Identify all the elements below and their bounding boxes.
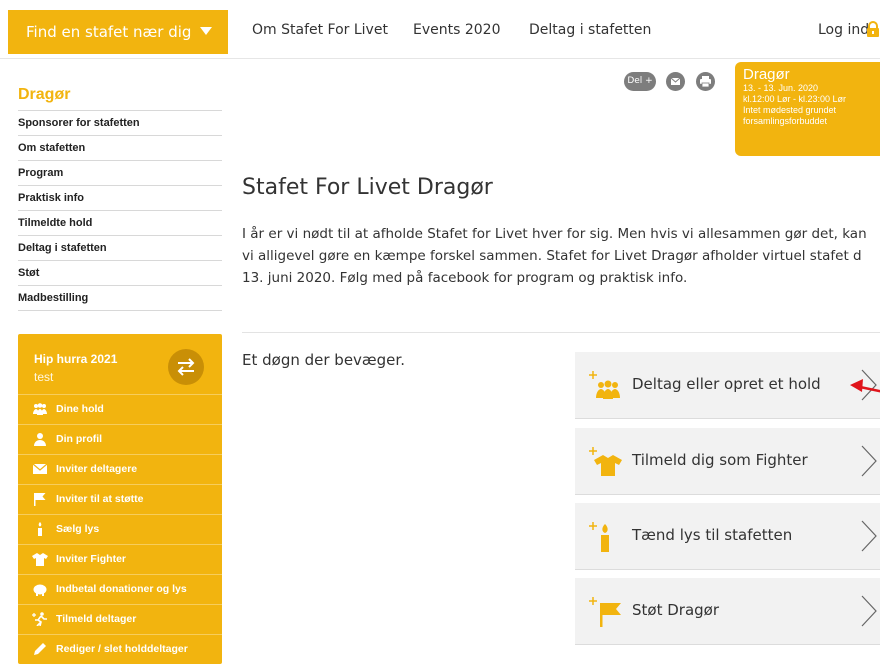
action-taend-lys[interactable]: Tænd lys til stafetten [575, 503, 880, 570]
team-item-tilmeld-deltager[interactable]: Tilmeld deltager [18, 605, 222, 635]
action-stot-dragor[interactable]: Støt Dragør [575, 578, 880, 645]
team-name[interactable]: Hip hurra 2021 [34, 352, 117, 366]
team-item-label: Rediger / slet holddeltager [56, 643, 188, 655]
sidebar-item-sponsorer[interactable]: Sponsorer for stafetten [18, 111, 222, 136]
flag-plus-icon [589, 597, 621, 627]
shirt-icon [32, 553, 48, 566]
shirt-plus-icon [589, 447, 622, 476]
team-item-inviter-stotte[interactable]: Inviter til at støtte [18, 485, 222, 515]
action-label: Tænd lys til stafetten [632, 526, 793, 544]
sidebar-item-program[interactable]: Program [18, 161, 222, 186]
content-divider [242, 332, 880, 333]
find-stafet-label: Find en stafet nær dig [26, 23, 192, 41]
switch-team-button[interactable] [168, 349, 204, 385]
team-subtitle: test [34, 370, 54, 384]
event-name: Dragør [743, 66, 790, 83]
team-item-dine-hold[interactable]: Dine hold [18, 395, 222, 425]
nav-events-2020[interactable]: Events 2020 [413, 22, 500, 38]
team-item-rediger-slet[interactable]: Rediger / slet holddeltager [18, 635, 222, 664]
team-item-inviter-deltagere[interactable]: Inviter deltagere [18, 455, 222, 485]
event-times: kl.12:00 Lør - kl.23:00 Lør [743, 94, 847, 104]
team-item-label: Inviter til at støtte [56, 493, 144, 505]
chevron-right-icon [861, 595, 877, 627]
intro-line: I år er vi nødt til at afholde Stafet fo… [242, 226, 867, 242]
sidebar-item-deltag[interactable]: Deltag i stafetten [18, 236, 222, 261]
team-item-label: Din profil [56, 433, 103, 445]
nav-om-stafet[interactable]: Om Stafet For Livet [252, 22, 388, 38]
event-note-line-1: Intet mødested grundet [743, 105, 837, 115]
action-label: Støt Dragør [632, 601, 720, 619]
action-label: Tilmeld dig som Fighter [632, 451, 808, 469]
event-dates: 13. - 13. Jun. 2020 [743, 83, 819, 93]
team-item-label: Sælg lys [56, 523, 100, 535]
sidebar-item-om-stafetten[interactable]: Om stafetten [18, 136, 222, 161]
team-panel: Hip hurra 2021 test Dine hold Din profil [18, 334, 222, 664]
intro-text: I år er vi nødt til at afholde Stafet fo… [242, 223, 880, 289]
candle-icon [38, 522, 42, 536]
team-plus-icon [589, 371, 620, 399]
nav-deltag[interactable]: Deltag i stafetten [529, 22, 651, 38]
team-panel-header: Hip hurra 2021 test [18, 334, 222, 395]
team-actions-list: Dine hold Din profil Inviter deltagere I… [18, 395, 222, 664]
flag-icon [34, 493, 46, 506]
intro-line: 13. juni 2020. Følg med på facebook for … [242, 270, 688, 286]
action-tilmeld-fighter[interactable]: Tilmeld dig som Fighter [575, 428, 880, 495]
share-button[interactable]: Del + [624, 72, 656, 91]
caret-down-icon [200, 27, 212, 35]
action-label: Deltag eller opret et hold [632, 375, 821, 393]
team-item-label: Tilmeld deltager [56, 613, 137, 625]
login-link[interactable]: Log ind [818, 22, 869, 38]
tagline: Et døgn der bevæger. [242, 351, 405, 369]
sidebar-menu: Sponsorer for stafetten Om stafetten Pro… [18, 110, 222, 311]
piggy-bank-icon [33, 584, 47, 596]
action-deltag-opret-hold[interactable]: Deltag eller opret et hold [575, 352, 880, 419]
candle-plus-icon [589, 522, 609, 552]
team-item-inviter-fighter[interactable]: Inviter Fighter [18, 545, 222, 575]
team-item-label: Dine hold [56, 403, 104, 415]
team-item-label: Inviter Fighter [56, 553, 127, 565]
email-share-button[interactable] [666, 72, 685, 91]
page-title: Stafet For Livet Dragør [242, 175, 493, 200]
chevron-right-icon [861, 520, 877, 552]
team-item-indbetal[interactable]: Indbetal donationer og lys [18, 575, 222, 605]
sidebar-item-stot[interactable]: Støt [18, 261, 222, 286]
person-icon [34, 433, 46, 446]
lock-icon[interactable] [866, 21, 880, 37]
team-item-label: Indbetal donationer og lys [56, 583, 187, 595]
pencil-icon [34, 643, 46, 655]
event-note-line-2: forsamlingsforbuddet [743, 116, 828, 126]
event-info-card: Dragør 13. - 13. Jun. 2020 kl.12:00 Lør … [735, 62, 880, 156]
envelope-icon [32, 463, 48, 474]
sidebar-item-praktisk-info[interactable]: Praktisk info [18, 186, 222, 211]
find-stafet-dropdown[interactable]: Find en stafet nær dig [8, 10, 228, 54]
envelope-icon [670, 77, 681, 85]
intro-line: vi alligevel gøre en kæmpe forskel samme… [242, 248, 862, 264]
swap-arrows-icon [177, 358, 195, 376]
people-icon [33, 403, 47, 415]
sidebar-title[interactable]: Dragør [18, 86, 70, 104]
printer-icon [700, 76, 711, 88]
print-button[interactable] [696, 72, 715, 91]
team-item-saelg-lys[interactable]: Sælg lys [18, 515, 222, 545]
sidebar-item-tilmeldte-hold[interactable]: Tilmeldte hold [18, 211, 222, 236]
team-item-din-profil[interactable]: Din profil [18, 425, 222, 455]
team-item-label: Inviter deltagere [56, 463, 138, 475]
annotation-arrow-icon [850, 379, 880, 393]
chevron-right-icon [861, 445, 877, 477]
runner-icon [32, 612, 47, 626]
top-bar: Find en stafet nær dig Om Stafet For Liv… [0, 0, 880, 59]
sidebar-item-madbestilling[interactable]: Madbestilling [18, 286, 222, 311]
